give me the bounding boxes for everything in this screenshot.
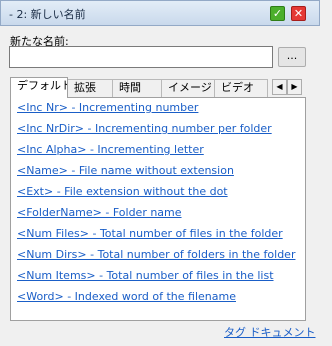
tag-link-inc-nr[interactable]: <Inc Nr> - Incrementing number xyxy=(17,101,198,114)
tag-link-inc-alpha[interactable]: <Inc Alpha> - Incrementing letter xyxy=(17,143,204,156)
tag-link-word[interactable]: <Word> - Indexed word of the filename xyxy=(17,290,236,303)
tag-link-foldername[interactable]: <FolderName> - Folder name xyxy=(17,206,182,219)
panel-titlebar[interactable]: - 2: 新しい名前 ✓ ✕ xyxy=(0,0,320,26)
tag-link-name[interactable]: <Name> - File name without extension xyxy=(17,164,234,177)
new-name-input[interactable] xyxy=(9,46,273,68)
tab-scroll-left-icon[interactable]: ◀ xyxy=(272,79,287,95)
check-icon: ✓ xyxy=(272,7,283,20)
tag-list: <Inc Nr> - Incrementing number <Inc NrDi… xyxy=(10,97,306,321)
tag-link-ext[interactable]: <Ext> - File extension without the dot xyxy=(17,185,228,198)
close-button[interactable]: ✕ xyxy=(291,6,306,21)
tag-tab-strip: デフォルト 拡張 時間 イメージ ビデオ ◀ ▶ xyxy=(10,77,306,98)
tag-link-num-items[interactable]: <Num Items> - Total number of files in t… xyxy=(17,269,274,282)
tab-scroll-right-icon[interactable]: ▶ xyxy=(287,79,302,95)
tag-link-num-files[interactable]: <Num Files> - Total number of files in t… xyxy=(17,227,283,240)
close-icon: ✕ xyxy=(293,7,304,20)
tab-image[interactable]: イメージ xyxy=(161,79,215,97)
tag-link-num-dirs[interactable]: <Num Dirs> - Total number of folders in … xyxy=(17,248,295,261)
apply-check-button[interactable]: ✓ xyxy=(270,6,285,21)
browse-button[interactable]: ... xyxy=(278,47,306,67)
tab-video[interactable]: ビデオ xyxy=(214,79,268,97)
tab-extended[interactable]: 拡張 xyxy=(67,79,113,97)
tag-link-inc-nrdir[interactable]: <Inc NrDir> - Incrementing number per fo… xyxy=(17,122,272,135)
tag-documentation-link[interactable]: タグ ドキュメント xyxy=(224,324,316,340)
background-strip xyxy=(320,0,332,346)
tab-default[interactable]: デフォルト xyxy=(10,77,68,98)
rename-panel: - 2: 新しい名前 ✓ ✕ 新たな名前: ... デフォルト 拡張 時間 イメ… xyxy=(0,0,320,346)
tab-time[interactable]: 時間 xyxy=(112,79,162,97)
panel-title: - 2: 新しい名前 xyxy=(9,8,86,21)
